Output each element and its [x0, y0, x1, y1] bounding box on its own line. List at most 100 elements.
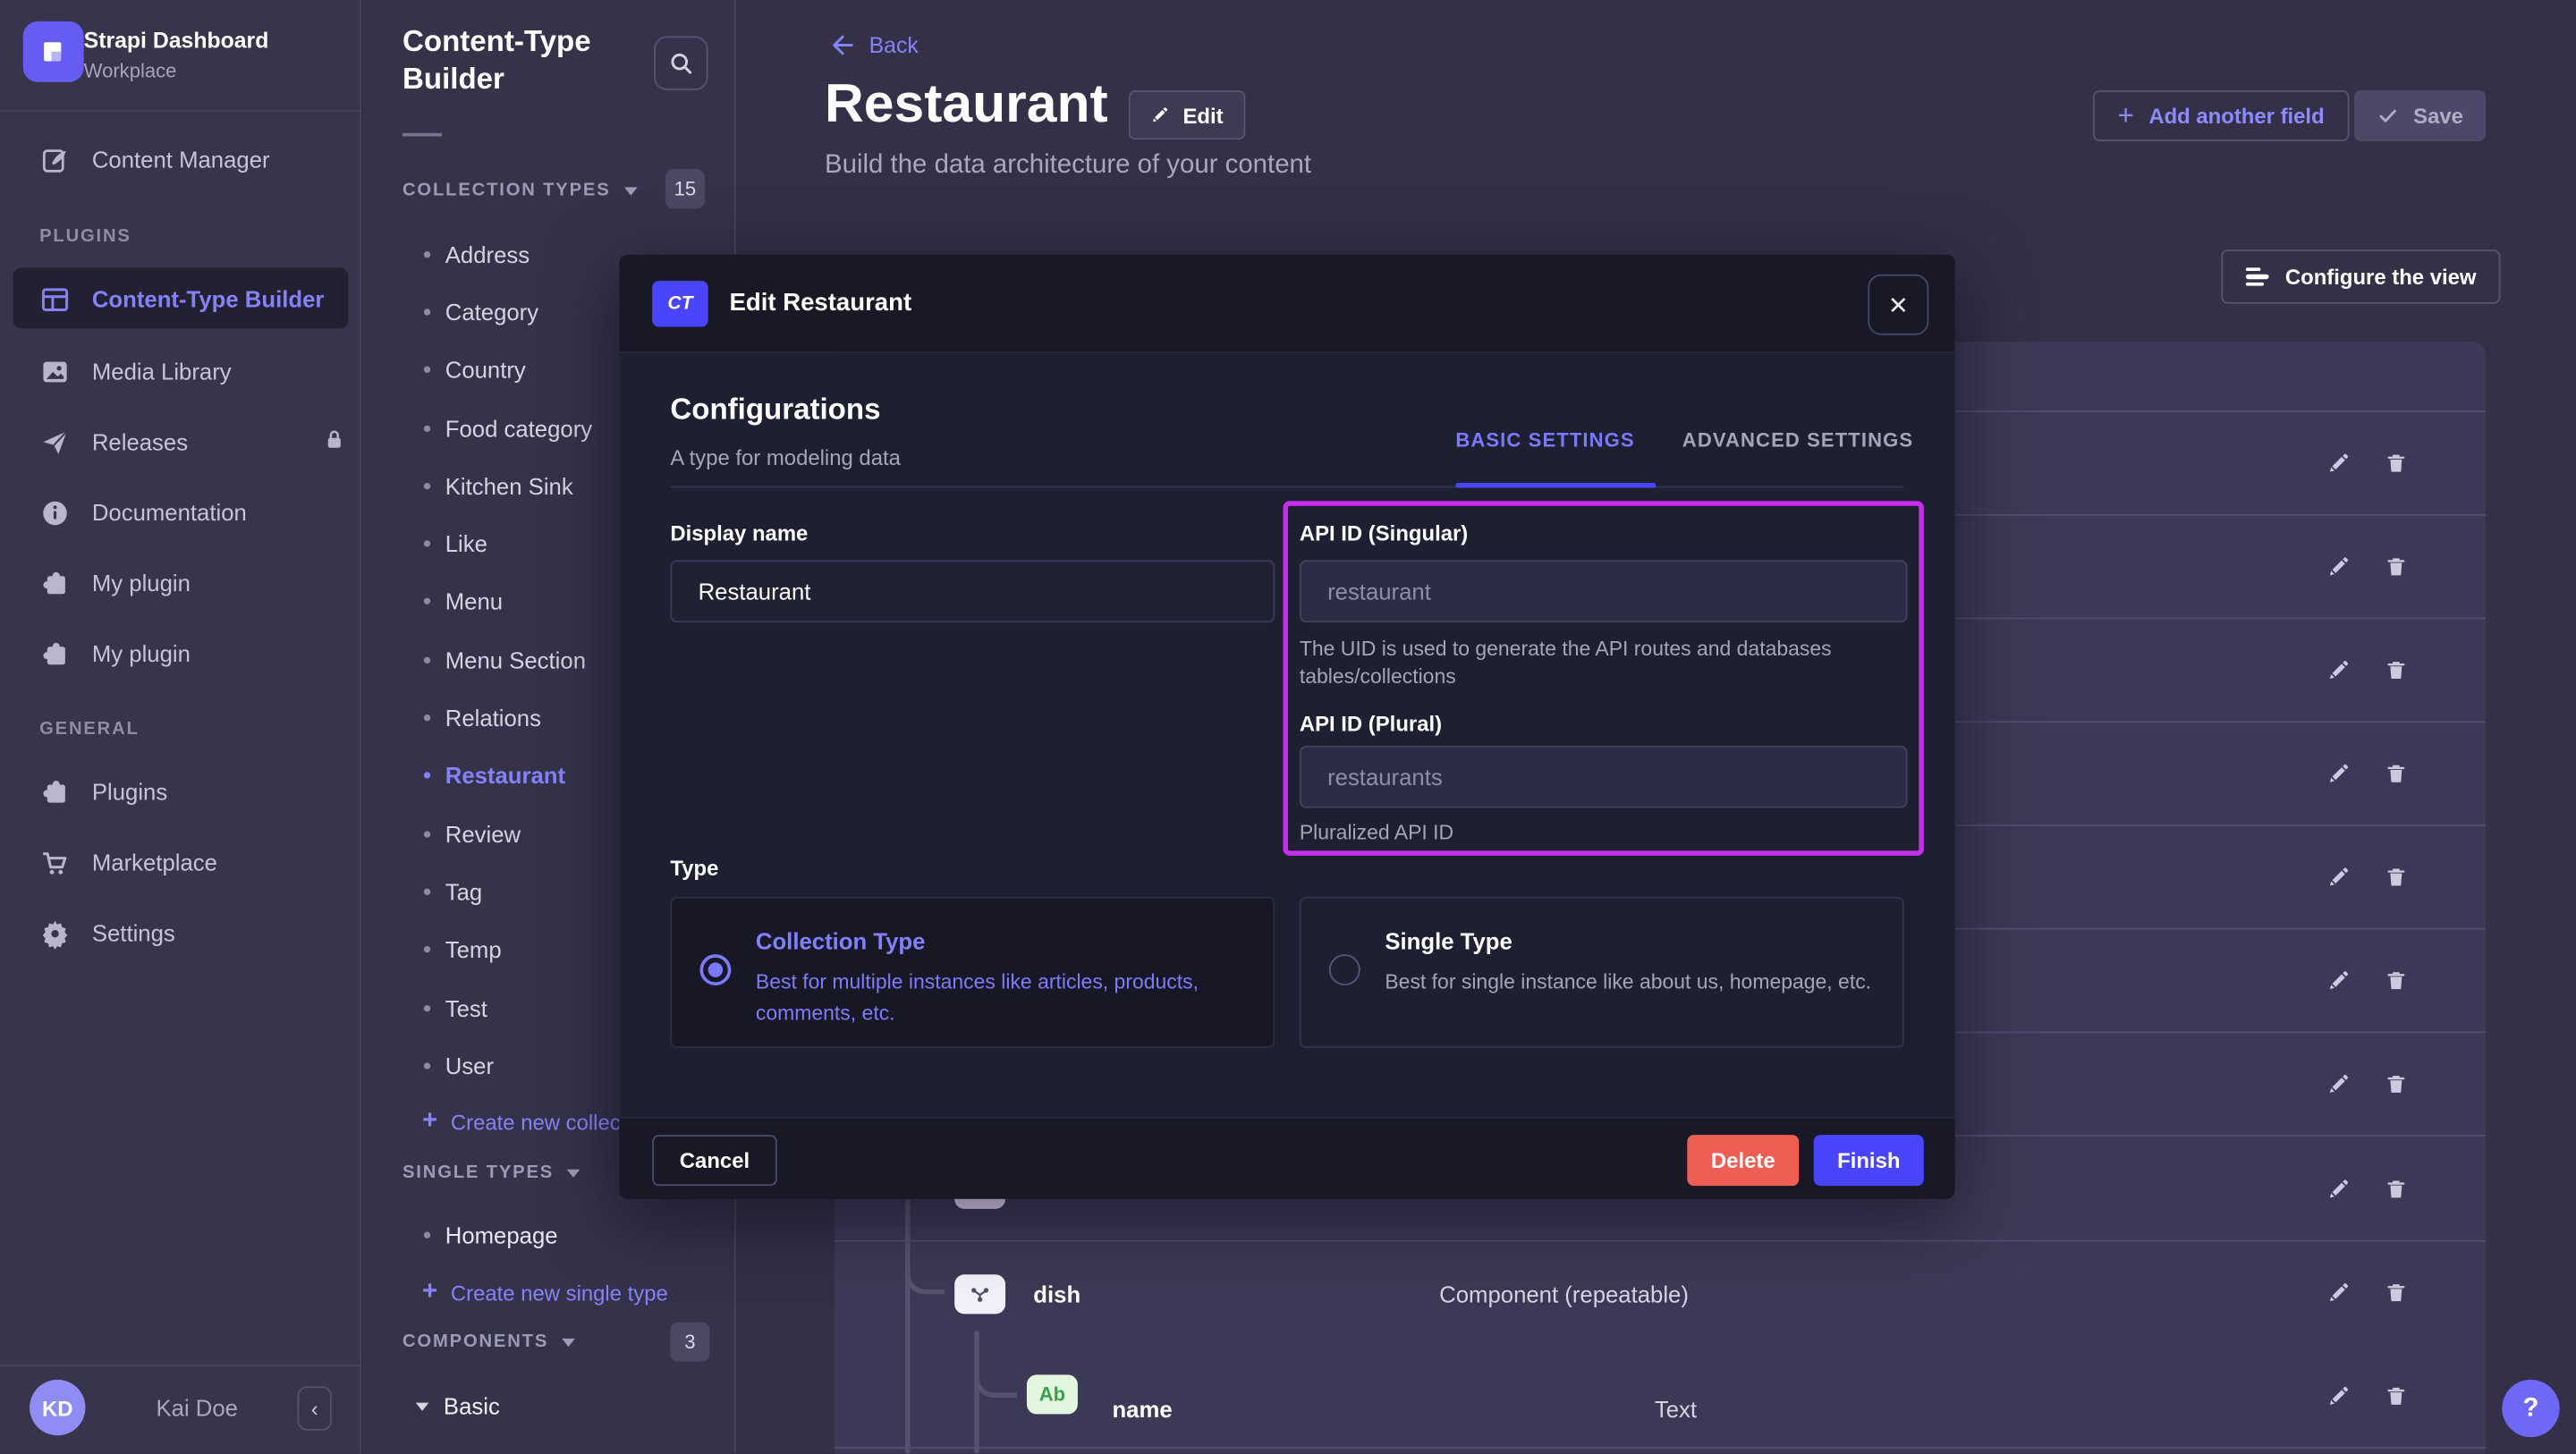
cancel-button[interactable]: Cancel — [652, 1135, 777, 1186]
strapi-logo-icon[interactable] — [23, 21, 84, 82]
sidebar-item-label: Releases — [92, 428, 188, 454]
text-field-icon: Ab — [1027, 1374, 1078, 1414]
sidebar-item-label: Content-Type Builder — [92, 286, 325, 312]
sidebar-item-plugins[interactable]: Plugins — [39, 772, 167, 811]
api-id-singular-label: API ID (Singular) — [1300, 520, 1468, 545]
trash-icon[interactable] — [2384, 658, 2409, 683]
feather-icon — [39, 144, 71, 175]
image-icon — [39, 356, 71, 387]
api-id-plural-label: API ID (Plural) — [1300, 711, 1442, 736]
configure-view-button[interactable]: Configure the view — [2221, 249, 2501, 304]
trash-icon[interactable] — [2384, 1071, 2409, 1096]
trash-icon[interactable] — [2384, 1176, 2409, 1201]
collection-types-header[interactable]: COLLECTION TYPES — [402, 181, 637, 200]
single-types-header[interactable]: SINGLE TYPES — [402, 1162, 580, 1182]
modal-header: CT Edit Restaurant ✕ — [619, 255, 1954, 353]
search-icon — [667, 49, 695, 77]
pencil-icon[interactable] — [2326, 865, 2351, 890]
active-tab-indicator — [1455, 483, 1656, 488]
sidebar-item-my-plugin-2[interactable]: My plugin — [39, 634, 191, 673]
sidebar-item-label: Content Manager — [92, 146, 270, 172]
search-button[interactable] — [654, 36, 708, 90]
pencil-icon[interactable] — [2326, 968, 2351, 993]
sidebar-item-content-type-builder[interactable]: Content-Type Builder — [39, 279, 324, 318]
api-id-plural-input[interactable] — [1300, 746, 1908, 808]
api-id-singular-input[interactable] — [1300, 560, 1908, 622]
sidebar-item-marketplace[interactable]: Marketplace — [39, 842, 217, 882]
bullet-icon — [424, 656, 430, 663]
pencil-icon[interactable] — [2326, 554, 2351, 579]
content-type-badge: CT — [652, 281, 708, 326]
sidebar-item-media-library[interactable]: Media Library — [39, 351, 232, 391]
component-group-basic[interactable]: Basic — [416, 1393, 500, 1419]
bullet-icon — [424, 367, 430, 373]
trash-icon[interactable] — [2384, 1281, 2409, 1306]
tab-basic-settings[interactable]: BASIC SETTINGS — [1455, 428, 1634, 452]
pencil-icon[interactable] — [2326, 1176, 2351, 1201]
save-button[interactable]: Save — [2354, 90, 2487, 141]
bullet-icon — [424, 1004, 430, 1010]
api-id-plural-hint: Pluralized API ID — [1300, 820, 1911, 848]
bullet-icon — [424, 831, 430, 837]
question-mark-icon: ? — [2522, 1393, 2538, 1423]
list-item-homepage[interactable]: Homepage — [424, 1222, 558, 1248]
divider — [835, 1447, 2486, 1453]
pencil-icon[interactable] — [2326, 1071, 2351, 1096]
radio-selected-icon[interactable] — [699, 954, 731, 985]
display-name-label: Display name — [670, 520, 808, 545]
components-header[interactable]: COMPONENTS — [402, 1332, 575, 1352]
arrow-left-icon — [828, 31, 856, 59]
pencil-icon[interactable] — [2326, 761, 2351, 786]
strapi-app: Strapi Dashboard Workplace Content Manag… — [0, 0, 2576, 1454]
components-count-badge: 3 — [670, 1323, 709, 1362]
collection-count-badge: 15 — [665, 169, 705, 208]
bullet-icon — [424, 888, 430, 894]
trash-icon[interactable] — [2384, 761, 2409, 786]
trash-icon[interactable] — [2384, 1383, 2409, 1408]
trash-icon[interactable] — [2384, 451, 2409, 476]
sidebar-item-label: Media Library — [92, 358, 232, 384]
display-name-input[interactable] — [670, 560, 1275, 622]
finish-button[interactable]: Finish — [1814, 1135, 1924, 1186]
delete-button[interactable]: Delete — [1687, 1135, 1799, 1186]
app-title: Strapi Dashboard — [84, 28, 269, 53]
trash-icon[interactable] — [2384, 968, 2409, 993]
collection-type-card[interactable]: Collection Type Best for multiple instan… — [670, 897, 1275, 1048]
pencil-icon[interactable] — [2326, 451, 2351, 476]
section-title: Configurations — [670, 393, 880, 427]
plus-icon: + — [422, 1107, 437, 1137]
trash-icon[interactable] — [2384, 865, 2409, 890]
sidebar-item-documentation[interactable]: Documentation — [39, 493, 247, 532]
sidebar-item-label: My plugin — [92, 640, 191, 666]
close-icon: ✕ — [1888, 290, 1909, 319]
sidebar-item-label: Settings — [92, 920, 175, 946]
help-button[interactable]: ? — [2502, 1380, 2559, 1437]
modal-body: Configurations A type for modeling data … — [619, 353, 1954, 1117]
single-type-card[interactable]: Single Type Best for single instance lik… — [1300, 897, 1904, 1048]
sidebar-item-label: Documentation — [92, 499, 247, 525]
create-single-type-link[interactable]: + Create new single type — [422, 1278, 668, 1307]
modal-footer: Cancel Delete Finish — [619, 1117, 1954, 1199]
sidebar-item-my-plugin-1[interactable]: My plugin — [39, 563, 191, 603]
sidebar-item-releases[interactable]: Releases — [39, 422, 188, 461]
pencil-icon[interactable] — [2326, 1281, 2351, 1306]
sidebar-item-label: My plugin — [92, 570, 191, 596]
trash-icon[interactable] — [2384, 554, 2409, 579]
card-title: Single Type — [1385, 928, 1512, 954]
sidebar-item-settings[interactable]: Settings — [39, 913, 175, 952]
section-subtitle: A type for modeling data — [670, 445, 901, 470]
edit-button[interactable]: Edit — [1129, 90, 1245, 139]
pencil-icon[interactable] — [2326, 658, 2351, 683]
radio-unselected-icon[interactable] — [1329, 954, 1360, 985]
close-button[interactable]: ✕ — [1868, 275, 1928, 335]
pencil-icon[interactable] — [2326, 1383, 2351, 1408]
sidebar-item-content-manager[interactable]: Content Manager — [39, 139, 269, 179]
avatar[interactable]: KD — [30, 1380, 85, 1435]
tab-advanced-settings[interactable]: ADVANCED SETTINGS — [1682, 428, 1913, 452]
add-another-field-button[interactable]: + Add another field — [2093, 90, 2349, 141]
layout-icon — [39, 283, 71, 315]
bullet-icon — [424, 946, 430, 952]
puzzle-icon — [39, 776, 71, 807]
sidebar-collapse-button[interactable]: ‹ — [297, 1386, 332, 1431]
back-link[interactable]: Back — [828, 31, 919, 59]
